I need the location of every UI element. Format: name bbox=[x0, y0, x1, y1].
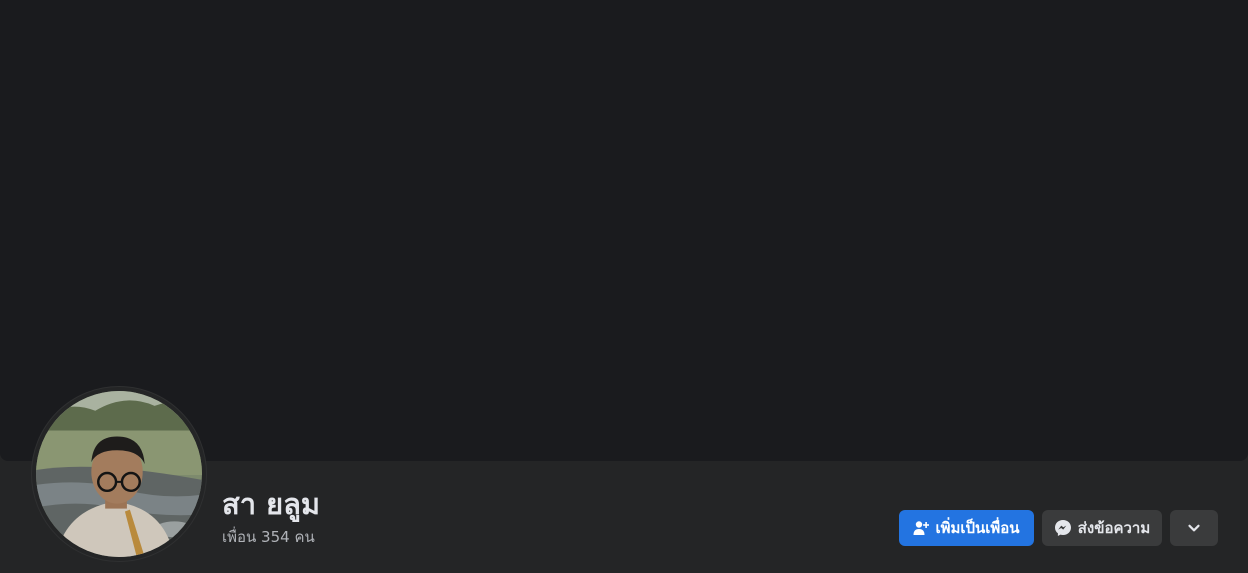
message-label: ส่งข้อความ bbox=[1077, 519, 1151, 537]
add-friend-label: เพิ่มเป็นเพื่อน bbox=[935, 519, 1020, 537]
cover-photo[interactable] bbox=[0, 0, 1248, 461]
profile-name: สา ยลูม bbox=[222, 487, 320, 521]
add-friend-button[interactable]: เพิ่มเป็นเพื่อน bbox=[899, 510, 1034, 546]
more-options-button[interactable] bbox=[1170, 510, 1218, 546]
person-add-icon bbox=[913, 521, 930, 535]
profile-picture[interactable] bbox=[31, 386, 207, 562]
message-button[interactable]: ส่งข้อความ bbox=[1042, 510, 1162, 546]
friend-count[interactable]: เพื่อน 354 คน bbox=[222, 527, 315, 547]
chevron-down-icon bbox=[1188, 524, 1200, 532]
avatar bbox=[36, 391, 202, 557]
messenger-icon bbox=[1054, 520, 1071, 536]
